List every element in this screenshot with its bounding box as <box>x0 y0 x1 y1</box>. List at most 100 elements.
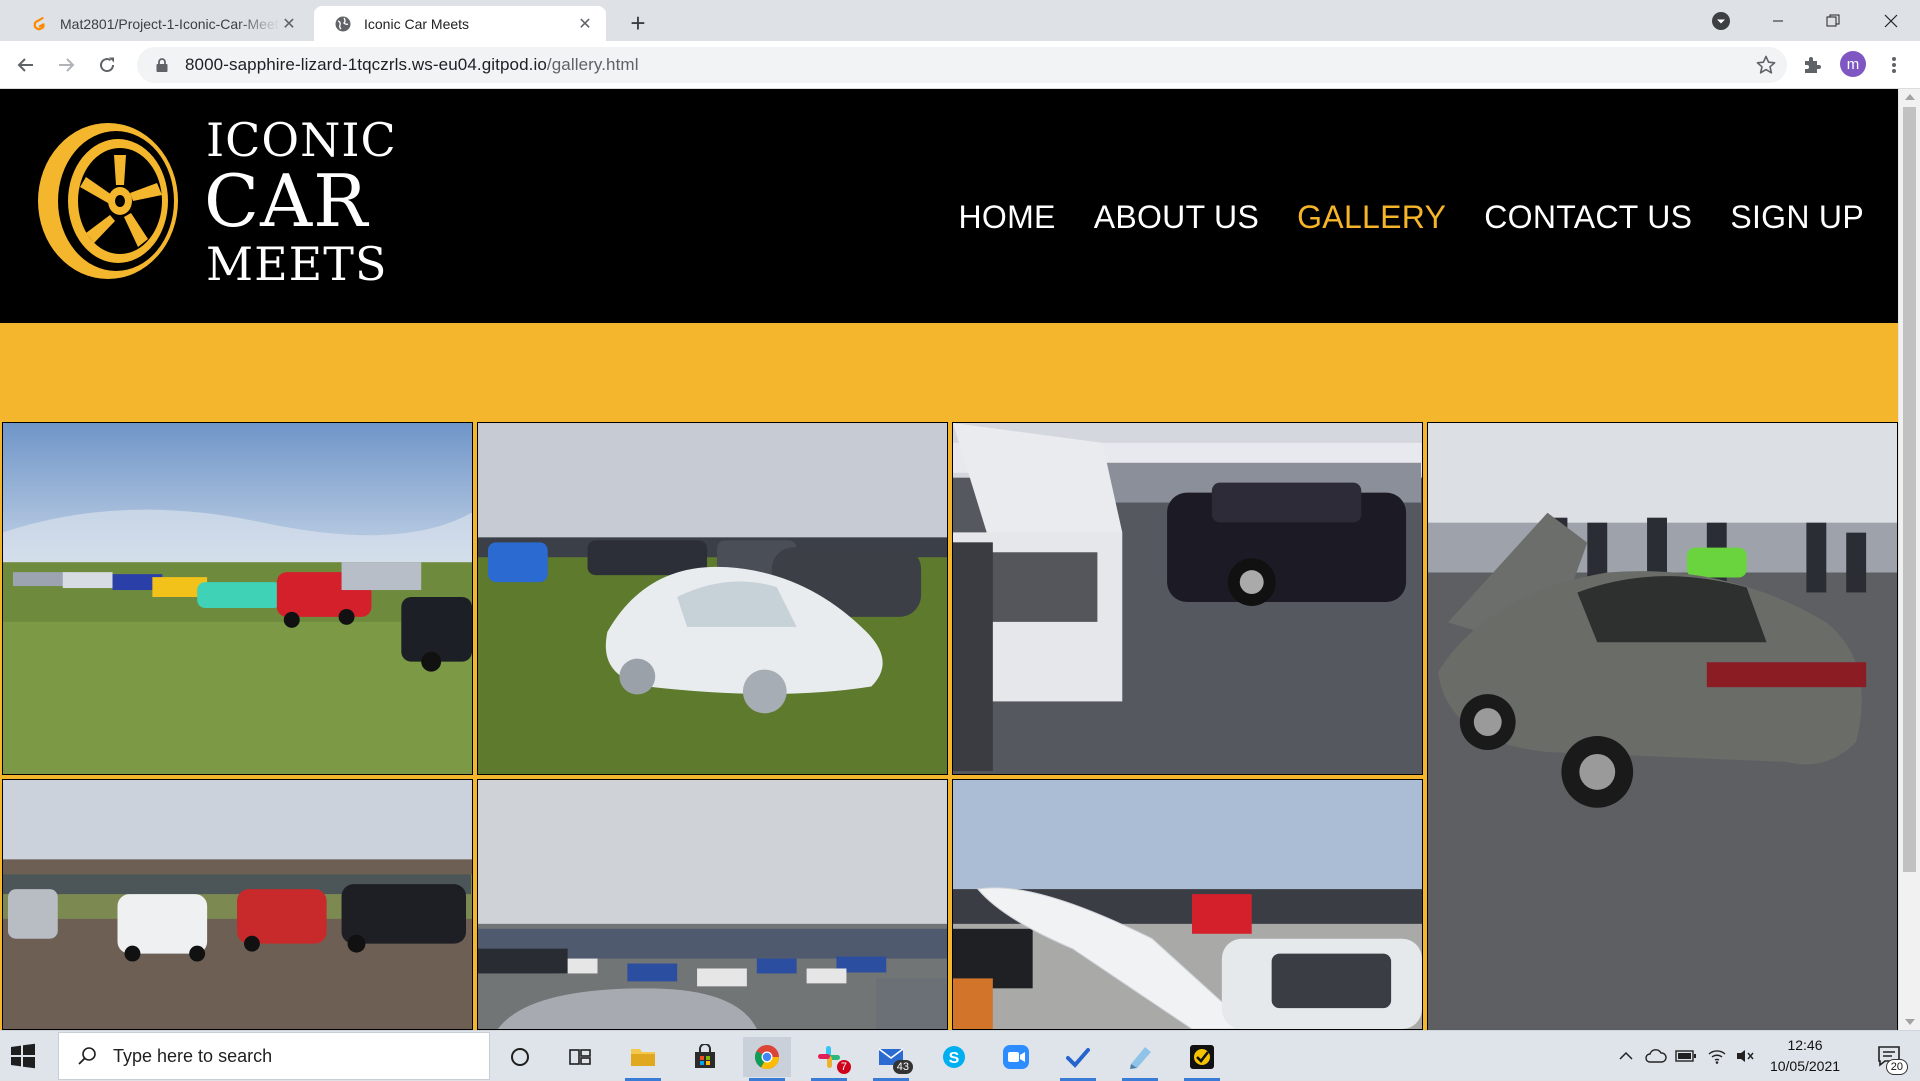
slack-badge: 7 <box>836 1060 851 1074</box>
cortana-button[interactable] <box>496 1037 544 1077</box>
site-logo[interactable]: ICONIC CAR MEETS <box>36 117 408 287</box>
site-header: ICONIC CAR MEETS HOME ABOUT US GALLERY C… <box>0 89 1898 323</box>
wifi-icon <box>1708 1050 1726 1064</box>
nav-contact-us[interactable]: CONTACT US <box>1484 199 1692 236</box>
taskbar-clock[interactable]: 12:46 10/05/2021 <box>1756 1035 1854 1077</box>
puzzle-icon <box>1805 57 1821 73</box>
logo-line-2: CAR <box>204 159 369 243</box>
file-explorer-button[interactable] <box>619 1037 667 1081</box>
volume-tray-button[interactable] <box>1732 1031 1758 1081</box>
website: ICONIC CAR MEETS HOME ABOUT US GALLERY C… <box>0 89 1898 1030</box>
tab-title: Mat2801/Project-1-Iconic-Car-Meets <box>60 15 280 32</box>
minimize-button[interactable] <box>1755 0 1801 41</box>
zoom-icon <box>1003 1045 1029 1069</box>
page-scrollbar[interactable] <box>1898 89 1920 1030</box>
close-icon[interactable]: ✕ <box>280 15 298 33</box>
reload-button[interactable] <box>91 49 123 81</box>
svg-text:S: S <box>949 1050 960 1067</box>
photo-gallery <box>0 323 1898 1030</box>
windows-taskbar: Type here to search 7 43 S 12:46 10/05/2… <box>0 1030 1920 1081</box>
gallery-photo[interactable] <box>477 779 948 1030</box>
search-placeholder: Type here to search <box>113 1045 273 1066</box>
close-window-button[interactable] <box>1868 0 1914 41</box>
gallery-photo[interactable] <box>952 422 1423 775</box>
mail-button[interactable]: 43 <box>867 1037 915 1081</box>
globe-icon <box>334 15 352 33</box>
chevron-up-icon <box>1619 1051 1633 1060</box>
notification-count: 20 <box>1885 1059 1908 1075</box>
scroll-down-icon[interactable] <box>1905 1019 1915 1025</box>
action-center-button[interactable]: 20 <box>1866 1031 1912 1081</box>
nav-sign-up[interactable]: SIGN UP <box>1730 199 1864 236</box>
tab-title: Iconic Car Meets <box>364 15 470 32</box>
clock-time: 12:46 <box>1787 1037 1823 1053</box>
gallery-photo[interactable] <box>477 422 948 775</box>
show-hidden-icons-button[interactable] <box>1614 1031 1638 1081</box>
norton-button[interactable] <box>1178 1037 1226 1081</box>
extensions-button[interactable] <box>1800 53 1824 77</box>
task-view-button[interactable] <box>556 1037 604 1077</box>
skype-button[interactable]: S <box>930 1037 978 1077</box>
wifi-tray-button[interactable] <box>1704 1031 1730 1081</box>
volume-muted-icon <box>1737 1050 1754 1062</box>
more-vert-icon <box>1892 57 1896 73</box>
store-bag-icon <box>695 1044 715 1068</box>
clock-date: 10/05/2021 <box>1769 1058 1841 1074</box>
cloud-icon <box>1645 1049 1667 1063</box>
scroll-thumb[interactable] <box>1903 107 1916 872</box>
gitpod-icon <box>30 15 48 33</box>
nav-about-us[interactable]: ABOUT US <box>1094 199 1259 236</box>
task-view-icon <box>569 1049 591 1065</box>
profile-avatar[interactable]: m <box>1840 51 1866 77</box>
minimize-icon <box>1773 20 1783 21</box>
new-tab-button[interactable]: + <box>624 8 652 38</box>
url-text: 8000-sapphire-lizard-1tqczrls.ws-eu04.gi… <box>185 55 639 75</box>
checkmark-icon <box>1066 1048 1090 1068</box>
notepad-icon <box>1130 1047 1151 1069</box>
notepad-button[interactable] <box>1116 1037 1164 1081</box>
reload-icon <box>100 57 115 73</box>
browser-tab-bar: Mat2801/Project-1-Iconic-Car-Meets ✕ Ico… <box>0 0 1920 41</box>
nav-home[interactable]: HOME <box>959 199 1056 236</box>
address-bar[interactable]: 8000-sapphire-lizard-1tqczrls.ws-eu04.gi… <box>137 47 1787 83</box>
chevron-down-icon <box>1712 11 1730 30</box>
todo-button[interactable] <box>1054 1037 1102 1081</box>
taskbar-search[interactable]: Type here to search <box>58 1032 490 1080</box>
restore-button[interactable] <box>1810 0 1856 41</box>
scroll-up-icon[interactable] <box>1905 94 1915 100</box>
gallery-photo[interactable] <box>2 422 473 775</box>
windows-start-icon[interactable] <box>8 1041 38 1071</box>
battery-tray-button[interactable] <box>1673 1031 1699 1081</box>
zoom-button[interactable] <box>992 1037 1040 1077</box>
back-button[interactable] <box>10 49 42 81</box>
onedrive-tray-button[interactable] <box>1643 1031 1669 1081</box>
main-nav: HOME ABOUT US GALLERY CONTACT US SIGN UP <box>959 199 1865 236</box>
norton-check-icon <box>1190 1045 1214 1069</box>
slack-button[interactable]: 7 <box>805 1037 853 1081</box>
url-path: /gallery.html <box>546 55 639 74</box>
nav-gallery[interactable]: GALLERY <box>1297 199 1446 236</box>
url-host: 8000-sapphire-lizard-1tqczrls.ws-eu04.gi… <box>185 55 547 74</box>
lock-icon <box>151 54 173 76</box>
arrow-left-icon <box>17 58 33 72</box>
microsoft-store-button[interactable] <box>681 1037 729 1077</box>
close-icon[interactable]: ✕ <box>576 15 594 33</box>
tab-github-repo[interactable]: Mat2801/Project-1-Iconic-Car-Meets ✕ <box>10 6 310 41</box>
gallery-photo[interactable] <box>1427 422 1898 1030</box>
gallery-photo[interactable] <box>2 779 473 1030</box>
gallery-photo[interactable] <box>952 779 1423 1030</box>
chrome-icon <box>754 1045 779 1070</box>
chrome-menu-button[interactable] <box>1882 53 1906 77</box>
battery-icon <box>1675 1050 1696 1062</box>
logo-line-1: ICONIC <box>206 113 397 167</box>
skype-icon: S <box>943 1046 965 1068</box>
browser-toolbar: 8000-sapphire-lizard-1tqczrls.ws-eu04.gi… <box>0 41 1920 89</box>
forward-button[interactable] <box>50 49 82 81</box>
chrome-button[interactable] <box>743 1037 791 1081</box>
restore-icon <box>1826 14 1840 26</box>
bookmark-star-icon[interactable] <box>1755 54 1777 76</box>
tab-iconic-car-meets[interactable]: Iconic Car Meets ✕ <box>314 6 606 41</box>
tab-search-button[interactable] <box>1698 0 1744 41</box>
wheel-logo-icon <box>38 123 178 279</box>
folder-icon <box>631 1049 655 1066</box>
